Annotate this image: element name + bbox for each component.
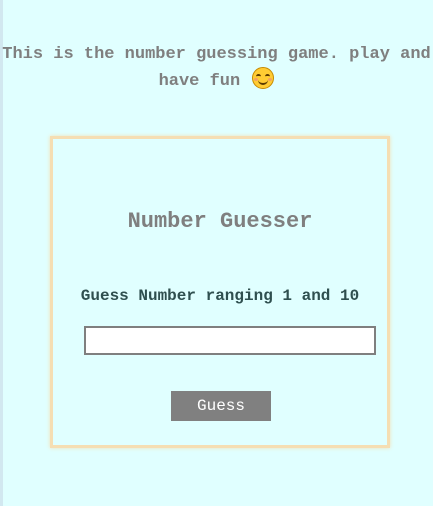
intro-text-block: This is the number guessing game. play a…: [0, 43, 433, 94]
game-card: Number Guesser Guess Number ranging 1 an…: [50, 136, 390, 448]
emoji-cheek-right: [268, 78, 273, 81]
game-title: Number Guesser: [127, 209, 313, 234]
intro-text: This is the number guessing game. play a…: [2, 45, 431, 91]
guess-button[interactable]: Guess: [171, 391, 271, 421]
guess-prompt: Guess Number ranging 1 and 10: [80, 287, 360, 305]
smiling-face-icon: [252, 67, 275, 89]
guess-input[interactable]: [84, 326, 376, 355]
emoji-mouth: [258, 78, 269, 85]
